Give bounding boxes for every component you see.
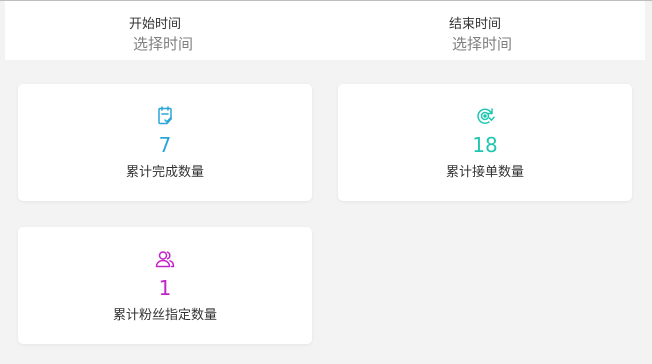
end-time-field[interactable]: 结束时间 选择时间	[449, 1, 569, 60]
completed-count-title: 累计完成数量	[125, 165, 204, 180]
fans-count-title: 累计粉丝指定数量	[112, 308, 217, 323]
time-filter-bar: 开始时间 选择时间 结束时间 选择时间	[5, 1, 645, 60]
completed-count-value: 7	[158, 133, 172, 157]
start-time-field[interactable]: 开始时间 选择时间	[129, 1, 249, 60]
end-time-label: 结束时间	[449, 17, 502, 32]
end-time-picker[interactable]: 选择时间	[452, 33, 512, 54]
clipboard-check-icon	[154, 105, 176, 127]
fans-count-value: 1	[158, 276, 172, 300]
users-icon	[154, 248, 176, 270]
fans-count-card[interactable]: 1 累计粉丝指定数量	[18, 227, 312, 344]
completed-count-card[interactable]: 7 累计完成数量	[18, 84, 312, 201]
start-time-label: 开始时间	[129, 17, 182, 32]
target-refresh-icon	[474, 105, 496, 127]
accepted-count-card[interactable]: 18 累计接单数量	[338, 84, 632, 201]
accepted-count-value: 18	[472, 133, 498, 157]
start-time-picker[interactable]: 选择时间	[133, 33, 193, 54]
accepted-count-title: 累计接单数量	[445, 165, 524, 180]
